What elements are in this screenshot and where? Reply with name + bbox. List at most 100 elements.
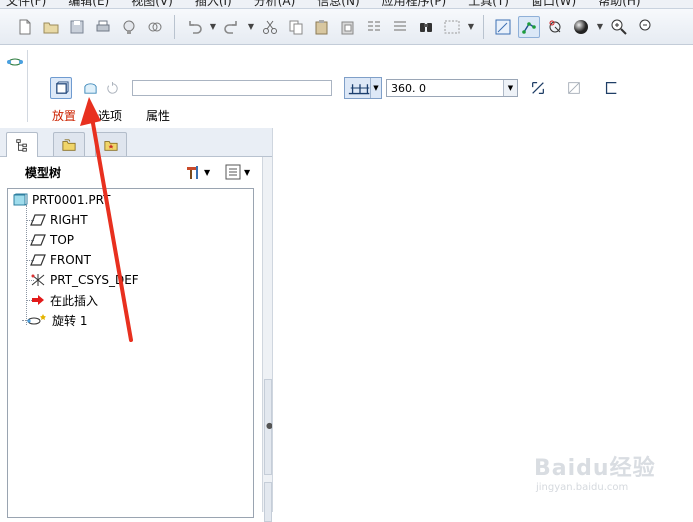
insert-here-arrow-icon	[32, 295, 44, 305]
flip-direction-icon	[532, 82, 544, 94]
tree-show-dropdown-icon: ▼	[244, 167, 251, 177]
toolbar-separator	[483, 14, 484, 39]
axis-collector-field[interactable]	[132, 80, 332, 96]
tree-node-top[interactable]: TOP	[30, 231, 74, 249]
menu-insert[interactable]: 插入(I)	[195, 0, 232, 8]
tree-settings-button[interactable]: ▼	[184, 163, 210, 181]
tab-folder-browser[interactable]	[53, 132, 85, 156]
tree-show-button[interactable]: ▼	[224, 163, 250, 181]
tree-connector	[26, 205, 27, 325]
csys-display-icon[interactable]	[544, 16, 566, 38]
watermark-url: jingyan.baidu.com	[536, 482, 629, 493]
select-box-icon[interactable]	[441, 16, 463, 38]
folder-browser-icon	[62, 138, 76, 151]
datum-plane-icon	[30, 254, 46, 266]
tab-placement[interactable]: 放置	[52, 107, 76, 124]
undo-icon[interactable]	[183, 16, 205, 38]
tree-node-part[interactable]: PRT0001.PRT	[12, 191, 110, 209]
menu-info[interactable]: 信息(N)	[317, 0, 359, 8]
paste-icon[interactable]	[311, 16, 333, 38]
sketch-plane-icon[interactable]	[492, 16, 514, 38]
undo-dropdown-icon[interactable]: ▼	[209, 16, 217, 38]
watermark-brand: Baidu经验	[534, 456, 656, 481]
zoom-out-icon[interactable]	[634, 16, 656, 38]
menu-view[interactable]: 视图(V)	[131, 0, 173, 8]
surface-icon	[83, 82, 97, 94]
tree-node-label: 旋转 1	[52, 313, 88, 328]
menu-window[interactable]: 窗口(W)	[531, 0, 576, 8]
new-file-icon[interactable]	[14, 16, 36, 38]
tree-node-csys[interactable]: PRT_CSYS_DEF	[30, 271, 139, 289]
flip-direction-button[interactable]	[527, 77, 549, 99]
tree-node-right[interactable]: RIGHT	[30, 211, 88, 229]
thicken-button[interactable]	[563, 77, 585, 99]
part-icon	[13, 193, 28, 206]
redo-dropdown-icon[interactable]: ▼	[247, 16, 255, 38]
tree-node-revolve[interactable]: 旋转 1	[26, 311, 87, 329]
save-icon[interactable]	[66, 16, 88, 38]
copy-icon[interactable]	[285, 16, 307, 38]
redo-icon[interactable]	[221, 16, 243, 38]
tree-settings-dropdown-icon: ▼	[204, 167, 211, 177]
menu-help[interactable]: 帮助(H)	[598, 0, 640, 8]
regen-manager-icon[interactable]	[389, 16, 411, 38]
model-tree-title: 模型树	[25, 166, 62, 180]
print-icon[interactable]	[92, 16, 114, 38]
menu-analysis[interactable]: 分析(A)	[254, 0, 296, 8]
tree-node-label: RIGHT	[50, 213, 88, 227]
main-toolbar: ▼ ▼ ▼ ▼	[0, 9, 693, 45]
pause-button[interactable]	[600, 77, 622, 99]
angle-value-field[interactable]: 360. 0 ▼	[386, 79, 518, 97]
show-list-icon	[225, 164, 241, 180]
datum-axis-display-icon[interactable]	[518, 15, 540, 38]
datum-plane-icon	[30, 234, 46, 246]
revolve-tool-icon	[5, 54, 25, 70]
bracket-icon	[605, 82, 617, 94]
solid-icon	[55, 80, 69, 94]
remove-material-button[interactable]	[101, 77, 123, 99]
baidu-watermark: Baidu经验 jingyan.baidu.com	[530, 448, 690, 498]
find-binoculars-icon[interactable]	[415, 16, 437, 38]
model-tree-header: 模型树 ▼ ▼	[0, 157, 272, 186]
paste-special-icon[interactable]	[337, 16, 359, 38]
send-mail-icon[interactable]	[118, 16, 140, 38]
remove-material-icon	[106, 81, 118, 94]
shading-dropdown-icon[interactable]: ▼	[596, 16, 604, 38]
thicken-icon	[568, 82, 580, 94]
angle-type-selector[interactable]: ▼	[344, 77, 382, 99]
revolve-dashboard: ▼ 360. 0 ▼ 放置 选项 属性	[0, 46, 693, 129]
csys-icon	[31, 274, 45, 286]
tree-node-label: PRT_CSYS_DEF	[50, 273, 139, 287]
tab-options[interactable]: 选项	[98, 107, 122, 124]
angle-type-dropdown-icon[interactable]: ▼	[370, 78, 381, 98]
toolbar-separator	[174, 14, 175, 39]
tree-node-label: 在此插入	[50, 293, 99, 308]
menu-file[interactable]: 文件(F)	[6, 0, 46, 8]
tab-model-tree[interactable]	[6, 132, 38, 157]
open-folder-icon[interactable]	[40, 16, 62, 38]
angle-value-dropdown-icon[interactable]: ▼	[503, 80, 517, 96]
select-dropdown-icon[interactable]: ▼	[467, 16, 475, 38]
angle-value: 360. 0	[391, 82, 426, 95]
mail-link-icon[interactable]	[144, 16, 166, 38]
regenerate-icon[interactable]	[363, 16, 385, 38]
revolve-feature-icon	[27, 314, 46, 325]
tab-favorites[interactable]	[95, 132, 127, 156]
menu-edit[interactable]: 编辑(E)	[68, 0, 109, 8]
tab-properties[interactable]: 属性	[146, 107, 170, 124]
menu-applications[interactable]: 应用程序(P)	[382, 0, 447, 8]
favorites-folder-icon	[104, 140, 118, 151]
menu-tools[interactable]: 工具(T)	[468, 0, 509, 8]
model-tree-tab-icon	[16, 139, 27, 152]
menu-bar: 文件(F) 编辑(E) 视图(V) 插入(I) 分析(A) 信息(N) 应用程序…	[0, 0, 693, 9]
splitter-scroll[interactable]	[264, 482, 272, 522]
tree-node-label: TOP	[50, 233, 75, 247]
tree-node-front[interactable]: FRONT	[30, 251, 91, 269]
solid-button[interactable]	[50, 77, 72, 99]
shading-sphere-icon[interactable]	[570, 16, 592, 38]
zoom-in-icon[interactable]	[608, 16, 630, 38]
tree-node-insert-here[interactable]: 在此插入	[30, 291, 98, 309]
hammer-tools-icon	[187, 166, 198, 179]
cut-icon[interactable]	[259, 16, 281, 38]
surface-button[interactable]	[79, 77, 101, 99]
